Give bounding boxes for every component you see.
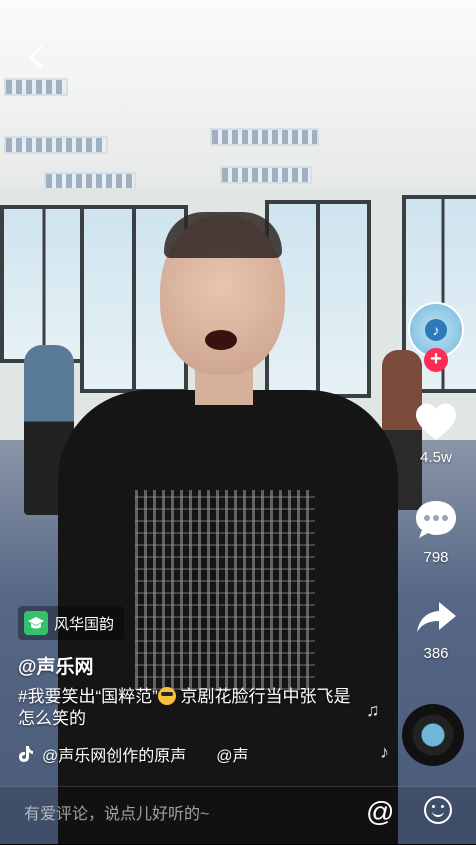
graduation-cap-icon <box>24 611 48 635</box>
window <box>0 205 88 363</box>
like-button[interactable]: 4.5w <box>406 400 466 466</box>
music-title-scroll: @声 <box>216 748 249 765</box>
tiktok-note-icon <box>19 746 33 762</box>
shirt-print <box>135 490 315 690</box>
share-arrow-icon <box>417 602 456 632</box>
floating-note-icon: ♫ <box>366 700 380 720</box>
at-mention-icon[interactable]: @ <box>366 796 394 828</box>
video-caption: #我要笑出“国粹范” 京剧花脸行当中张飞是怎么笑的 <box>18 686 363 730</box>
author-name[interactable]: @声乐网 <box>18 652 94 679</box>
comment-input[interactable]: 有爱评论，说点儿好听的~ <box>24 800 209 824</box>
ceiling-light <box>4 136 108 154</box>
like-count: 4.5w <box>420 449 452 466</box>
comment-button[interactable]: 798 <box>406 498 466 566</box>
smile-icon[interactable] <box>424 796 452 824</box>
share-count: 386 <box>423 645 449 662</box>
caption-hashtag[interactable]: #我要笑出“国粹范” <box>18 687 158 706</box>
sunglasses-emoji-icon <box>157 687 176 705</box>
share-button[interactable]: 386 <box>406 598 466 662</box>
back-button[interactable] <box>22 42 52 72</box>
comment-count: 798 <box>423 549 449 566</box>
topic-tag-label: 风华国韵 <box>54 615 115 633</box>
floating-note-icon: ♪ <box>380 742 389 762</box>
music-disc[interactable] <box>402 704 464 766</box>
ceiling-light <box>210 128 319 146</box>
back-arrow-icon <box>29 45 43 69</box>
performer-hair <box>164 212 282 258</box>
follow-button[interactable]: + <box>424 348 448 372</box>
heart-icon <box>415 403 457 440</box>
music-row[interactable]: @声乐网创作的原声 @声 <box>18 742 249 766</box>
performer-mouth <box>205 330 237 350</box>
music-note-icon: ♪ <box>425 319 447 341</box>
ceiling-light <box>220 166 312 184</box>
topic-tag[interactable]: 风华国韵 <box>18 606 125 640</box>
ceiling-light <box>4 78 68 96</box>
music-title: @声乐网创作的原声 <box>42 748 187 765</box>
speech-bubble-icon <box>416 501 456 538</box>
